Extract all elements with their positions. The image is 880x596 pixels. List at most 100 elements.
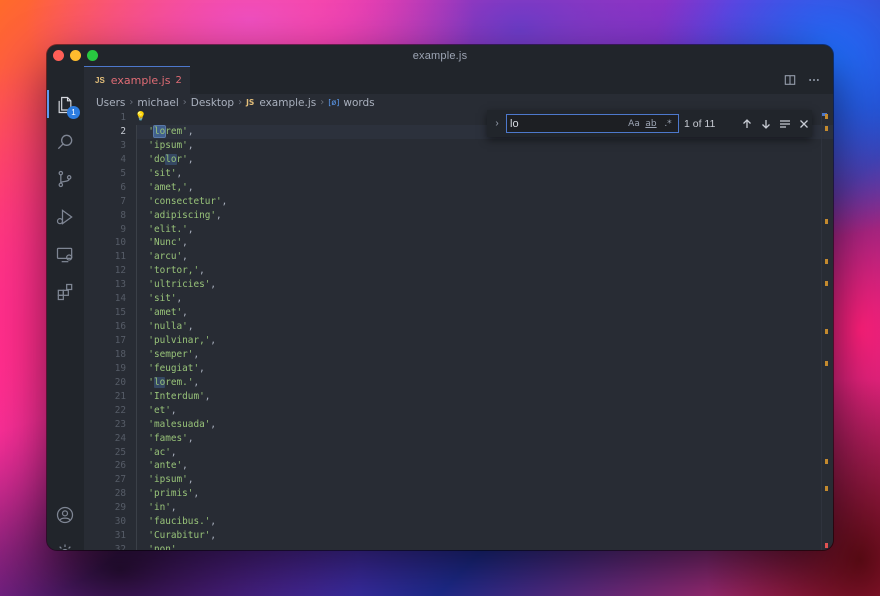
minimize-window-button[interactable]: [70, 50, 81, 61]
code-line[interactable]: 'et',: [137, 404, 833, 418]
code-line[interactable]: 'dolor',: [137, 153, 833, 167]
comma-token: ,: [176, 544, 183, 550]
next-match-button[interactable]: [758, 116, 774, 132]
remote-explorer-icon[interactable]: [54, 244, 76, 266]
regex-toggle[interactable]: .*: [661, 117, 675, 131]
code-line[interactable]: 'Nunc',: [137, 236, 833, 250]
comma-token: ,: [187, 139, 194, 151]
breadcrumb-item[interactable]: michael: [137, 97, 178, 109]
active-indicator: [47, 90, 49, 118]
code-line[interactable]: 'adipiscing',: [137, 209, 833, 223]
find-match-highlight: lo: [152, 124, 167, 138]
comma-token: ,: [210, 418, 217, 430]
more-actions-icon[interactable]: [807, 73, 821, 87]
comma-token: ,: [170, 404, 177, 416]
comma-token: ,: [187, 223, 194, 235]
tab-example-js[interactable]: JS example.js 2: [84, 66, 190, 94]
ruler-mark: [825, 486, 828, 491]
code-line[interactable]: 'ante',: [137, 459, 833, 473]
breadcrumb-item[interactable]: Desktop: [191, 97, 234, 109]
breadcrumb-item[interactable]: Users: [96, 97, 125, 109]
ruler-error-mark: [825, 543, 828, 548]
code-line[interactable]: 'ipsum',: [137, 473, 833, 487]
search-icon[interactable]: [54, 131, 76, 153]
comma-token: ,: [182, 237, 188, 249]
window-title: example.js: [412, 49, 468, 62]
code-line[interactable]: 'tortor,',: [137, 264, 833, 278]
toggle-replace-icon[interactable]: ›: [490, 118, 504, 129]
ruler-mark: [825, 259, 828, 264]
code-line[interactable]: 'arcu',: [137, 250, 833, 264]
match-case-toggle[interactable]: Aa: [627, 117, 641, 131]
string-token: 'et': [148, 404, 171, 416]
string-token: 'nulla': [148, 321, 188, 333]
code-line[interactable]: 'ultricies',: [137, 278, 833, 292]
breadcrumb-file[interactable]: example.js: [259, 97, 316, 109]
previous-match-button[interactable]: [739, 116, 755, 132]
line-number: 5: [120, 167, 126, 179]
code-line[interactable]: 'elit.',: [137, 223, 833, 237]
code-line[interactable]: 'fames',: [137, 432, 833, 446]
string-token: 'dolor': [148, 153, 188, 165]
code-line[interactable]: 'malesuada',: [137, 418, 833, 432]
code-line[interactable]: 'consectetur',: [137, 195, 833, 209]
code-line[interactable]: 'Interdum',: [137, 390, 833, 404]
chevron-right-icon: ›: [320, 97, 325, 108]
code-line[interactable]: 'nulla',: [137, 320, 833, 334]
string-token: 'ipsum': [148, 139, 188, 151]
problem-count: 2: [175, 75, 182, 86]
code-line[interactable]: 'non',: [137, 543, 833, 550]
run-debug-icon[interactable]: [54, 206, 76, 228]
title-bar: example.js: [47, 45, 833, 66]
variable-symbol-icon: [ø]: [328, 98, 340, 107]
line-number-gutter: 1 2 3 4 5 6 7 8 9 10 11 12 13 14 15 16 17 18 19 20 21 22 23 24 2…: [84, 111, 126, 550]
split-editor-icon[interactable]: [783, 73, 797, 87]
arrow-up-icon: [743, 118, 751, 128]
code-line[interactable]: 'semper',: [137, 348, 833, 362]
close-find-button[interactable]: [796, 116, 812, 132]
code-line[interactable]: 'sit',: [137, 167, 833, 181]
overview-ruler[interactable]: [821, 111, 833, 550]
comma-token: ,: [187, 125, 194, 137]
comma-token: ,: [182, 251, 188, 263]
code-line[interactable]: 'lorem.',: [137, 376, 833, 390]
code-line[interactable]: 'in',: [137, 501, 833, 515]
code-line[interactable]: 'primis',: [137, 487, 833, 501]
zoom-window-button[interactable]: [87, 50, 98, 61]
string-token: 'pulvinar,': [148, 335, 211, 346]
line-number: 7: [120, 195, 126, 207]
code-line[interactable]: 'sit',: [137, 292, 833, 306]
comma-token: ,: [170, 502, 177, 514]
string-token: 'lorem.': [148, 376, 194, 388]
line-number: 9: [120, 223, 126, 235]
line-number: 31: [114, 530, 126, 542]
breadcrumb-symbol[interactable]: words: [343, 97, 374, 109]
code-line[interactable]: 'Curabitur',: [137, 529, 833, 543]
find-input[interactable]: [510, 117, 620, 130]
lightbulb-icon[interactable]: 💡: [135, 111, 146, 125]
code-editor[interactable]: 1 2 3 4 5 6 7 8 9 10 11 12 13 14 15 16 17 18 19 20 21 22 23 24 2…: [84, 111, 833, 550]
line-number: 16: [114, 321, 126, 333]
line-number: 28: [114, 488, 126, 500]
find-input-box: Aa ab .*: [506, 114, 679, 133]
account-icon[interactable]: [54, 504, 76, 526]
code-line[interactable]: 'feugiat',: [137, 362, 833, 376]
code-line[interactable]: 'amet',: [137, 306, 833, 320]
code-line[interactable]: 'pulvinar,',: [137, 334, 833, 348]
code-line[interactable]: 'ipsum',: [137, 139, 833, 153]
find-in-selection-button[interactable]: [777, 116, 793, 132]
code-line[interactable]: 'amet,',: [137, 181, 833, 195]
settings-gear-icon[interactable]: [54, 541, 76, 550]
extensions-icon[interactable]: [54, 281, 76, 303]
line-number: 26: [114, 460, 126, 472]
line-number: 19: [114, 362, 126, 374]
code-line[interactable]: 'faucibus.',: [137, 515, 833, 529]
line-number: 12: [114, 265, 126, 277]
source-control-icon[interactable]: [54, 168, 76, 190]
code-area[interactable]: 💡nst words = [ 'lorem', 'ipsum', 'dolor'…: [135, 111, 833, 550]
close-window-button[interactable]: [53, 50, 64, 61]
whole-word-toggle[interactable]: ab: [644, 117, 658, 131]
ruler-mark: [825, 329, 828, 334]
string-token: 'sit': [148, 293, 177, 305]
code-line[interactable]: 'ac',: [137, 446, 833, 460]
